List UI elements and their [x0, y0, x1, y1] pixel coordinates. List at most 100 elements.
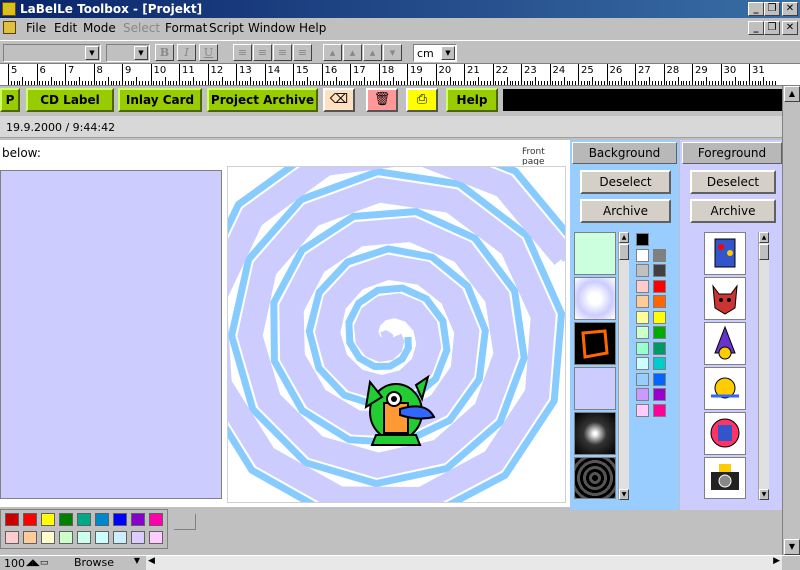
- palette-color[interactable]: [41, 513, 55, 526]
- color-swatch[interactable]: [653, 310, 666, 324]
- palette-color[interactable]: [77, 531, 91, 544]
- color-swatch[interactable]: [636, 403, 649, 417]
- color-swatch[interactable]: [653, 295, 666, 308]
- color-swatch[interactable]: [653, 326, 666, 339]
- lower-button[interactable]: ▾: [383, 44, 402, 61]
- color-swatch[interactable]: [653, 357, 666, 370]
- background-thumb-orange[interactable]: [574, 322, 616, 365]
- color-swatch[interactable]: [636, 357, 649, 370]
- document-icon[interactable]: [3, 21, 16, 34]
- foreground-thumb-snail[interactable]: [704, 367, 746, 410]
- cd-label-button[interactable]: CD Label: [26, 88, 114, 112]
- background-thumb-burst[interactable]: [574, 412, 616, 455]
- color-swatch[interactable]: [653, 372, 666, 386]
- color-swatch[interactable]: [636, 248, 649, 262]
- palette-color[interactable]: [95, 531, 109, 544]
- browse-select[interactable]: Browse ▼: [72, 556, 142, 570]
- foreground-thumb-cat[interactable]: [704, 277, 746, 320]
- font-family-select[interactable]: ▼: [3, 44, 101, 62]
- foreground-thumb-badge[interactable]: [704, 412, 746, 455]
- palette-color[interactable]: [149, 513, 163, 526]
- background-thumb-lavender[interactable]: [574, 367, 616, 410]
- color-swatch[interactable]: [653, 388, 666, 401]
- color-swatch[interactable]: [636, 341, 649, 355]
- spacing-up-button[interactable]: ▴: [323, 44, 342, 61]
- menu-script[interactable]: Script: [209, 21, 244, 35]
- palette-color[interactable]: [5, 531, 19, 544]
- color-swatch[interactable]: [653, 279, 666, 293]
- menu-format[interactable]: Format: [165, 21, 207, 35]
- close-button[interactable]: ✕: [782, 2, 798, 16]
- menu-window[interactable]: Window: [248, 21, 295, 35]
- align-left-button[interactable]: ≡: [233, 44, 252, 61]
- spacing-down-button[interactable]: ▴: [343, 44, 362, 61]
- bold-button[interactable]: B: [155, 44, 174, 61]
- scroll-up-icon[interactable]: ▲: [619, 232, 629, 243]
- trash-button[interactable]: 🗑: [366, 88, 398, 112]
- font-size-select[interactable]: ▼: [106, 44, 150, 62]
- palette-color[interactable]: [149, 531, 163, 544]
- palette-color[interactable]: [95, 513, 109, 526]
- italic-button[interactable]: I: [177, 44, 196, 61]
- scroll-up-icon[interactable]: ▲: [759, 232, 769, 243]
- palette-color[interactable]: [113, 531, 127, 544]
- inlay-card-button[interactable]: Inlay Card: [118, 88, 202, 112]
- foreground-archive-button[interactable]: Archive: [690, 199, 776, 223]
- background-thumbs-scrollbar[interactable]: ▲ ▼: [618, 232, 629, 500]
- color-swatch[interactable]: [636, 279, 649, 293]
- palette-color[interactable]: [77, 513, 91, 526]
- palette-color[interactable]: [59, 513, 73, 526]
- color-swatch[interactable]: [653, 341, 666, 355]
- scroll-thumb[interactable]: [759, 244, 769, 260]
- horizontal-scrollbar[interactable]: ◀ ▶: [146, 556, 782, 570]
- scroll-thumb[interactable]: [619, 244, 629, 260]
- color-swatch[interactable]: [636, 326, 649, 339]
- doc-close-button[interactable]: ✕: [782, 21, 798, 35]
- color-swatch[interactable]: [636, 295, 649, 308]
- back-page-panel[interactable]: [0, 170, 222, 499]
- minimize-button[interactable]: _: [748, 2, 764, 16]
- color-swatch[interactable]: [636, 233, 649, 246]
- raise-button[interactable]: ▴: [363, 44, 382, 61]
- scroll-left-icon[interactable]: ◀: [148, 556, 155, 566]
- color-swatch[interactable]: [653, 248, 666, 262]
- align-justify-button[interactable]: ≡: [293, 44, 312, 61]
- color-swatch[interactable]: [636, 310, 649, 324]
- palette-color[interactable]: [113, 513, 127, 526]
- palette-color[interactable]: [23, 513, 37, 526]
- underline-button[interactable]: U: [199, 44, 218, 61]
- palette-color[interactable]: [131, 513, 145, 526]
- color-swatch[interactable]: [636, 372, 649, 386]
- color-swatch[interactable]: [636, 388, 649, 401]
- palette-color[interactable]: [59, 531, 73, 544]
- color-swatch[interactable]: [653, 403, 666, 417]
- menu-file[interactable]: File: [26, 21, 46, 35]
- background-thumb-green[interactable]: [574, 232, 616, 275]
- scroll-down-icon[interactable]: ▼: [759, 489, 769, 500]
- palette-color[interactable]: [5, 513, 19, 526]
- background-archive-button[interactable]: Archive: [580, 199, 671, 223]
- scroll-down-icon[interactable]: ▼: [784, 539, 800, 555]
- palette-color[interactable]: [41, 531, 55, 544]
- background-thumb-rings[interactable]: [574, 457, 616, 499]
- menu-edit[interactable]: Edit: [54, 21, 77, 35]
- palette-color[interactable]: [23, 531, 37, 544]
- maximize-button[interactable]: ❐: [764, 2, 780, 16]
- main-vertical-scrollbar[interactable]: ▲ ▼: [782, 86, 800, 555]
- scroll-right-icon[interactable]: ▶: [773, 556, 780, 566]
- align-center-button[interactable]: ≡: [253, 44, 272, 61]
- align-right-button[interactable]: ≡: [273, 44, 292, 61]
- foreground-deselect-button[interactable]: Deselect: [690, 170, 776, 194]
- foreground-thumb-robot[interactable]: [704, 232, 746, 275]
- menu-select[interactable]: Select: [123, 21, 160, 35]
- eraser-button[interactable]: ⌫: [323, 88, 355, 112]
- scroll-up-icon[interactable]: ▲: [784, 86, 800, 102]
- unit-select[interactable]: cm ▼: [413, 44, 457, 62]
- color-swatch[interactable]: [636, 264, 649, 277]
- background-thumb-spiral[interactable]: [574, 277, 616, 320]
- color-swatch[interactable]: [653, 264, 666, 277]
- print-button[interactable]: ⎙: [406, 88, 438, 112]
- palette-color[interactable]: [131, 531, 145, 544]
- foreground-thumb-camera[interactable]: [704, 457, 746, 499]
- doc-restore-button[interactable]: ❐: [764, 21, 780, 35]
